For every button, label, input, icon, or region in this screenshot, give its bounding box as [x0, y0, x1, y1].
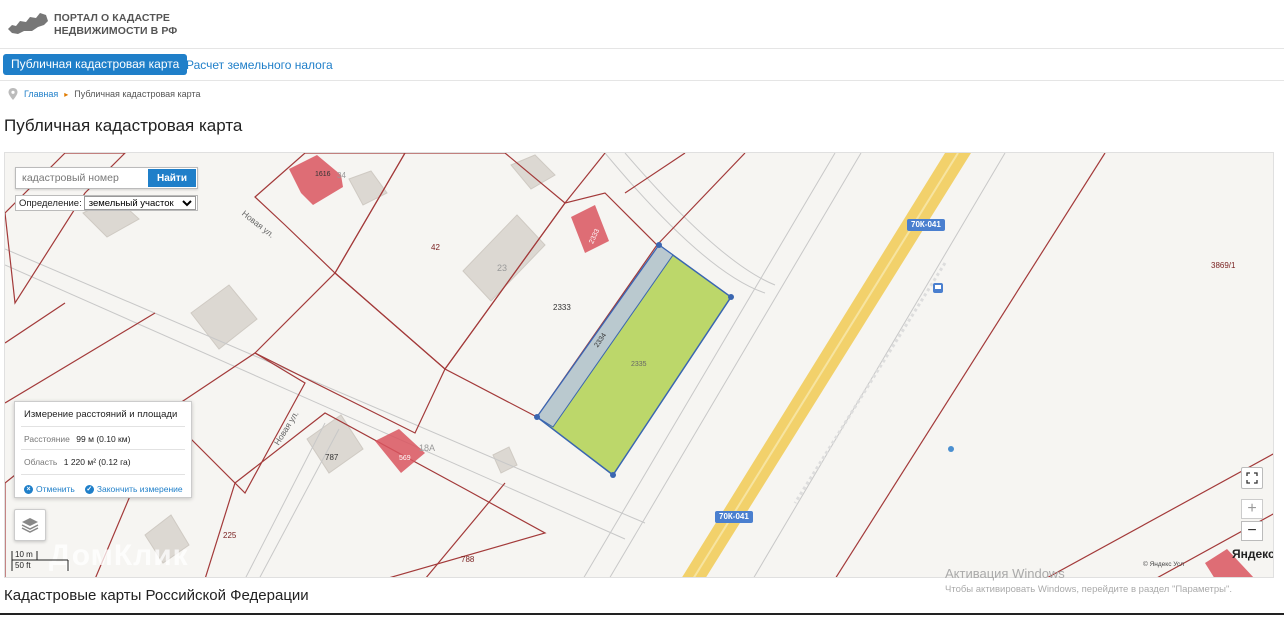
search-button[interactable]: Найти: [148, 169, 196, 187]
measure-area-row: Область 1 220 м² (0.12 га): [24, 457, 131, 467]
measure-distance-row: Расстояние 99 м (0.10 км): [24, 434, 130, 444]
parcel-label-3869: 3869/1: [1211, 261, 1236, 270]
parcel-label-788: 788: [461, 555, 475, 564]
parcel-label-42: 42: [431, 243, 440, 252]
measure-title: Измерение расстояний и площади: [24, 409, 178, 420]
cancel-label: Отменить: [36, 484, 75, 494]
nav-divider: [0, 80, 1284, 81]
parcel-label-1616: 1616: [315, 171, 331, 178]
scale-metric: 10 m: [15, 550, 33, 559]
road-badge-bottom: 70К-041: [715, 511, 753, 523]
cadastral-number-input[interactable]: [17, 169, 145, 187]
house-number-18a: 18А: [419, 443, 436, 453]
finish-measure-button[interactable]: ✓ Закончить измерение: [84, 484, 183, 494]
fullscreen-icon: [1246, 472, 1258, 484]
russia-map-icon: [8, 13, 48, 34]
domclick-watermark: ДомКлик: [49, 539, 189, 572]
parcel-label-225: 225: [223, 531, 237, 540]
page-title: Публичная кадастровая карта: [4, 116, 243, 135]
breadcrumb: Главная ▸ Публичная кадастровая карта: [8, 88, 200, 100]
house-number-34: 34: [337, 171, 346, 180]
breadcrumb-current: Публичная кадастровая карта: [74, 89, 201, 99]
area-label: Область: [24, 457, 58, 467]
distance-label: Расстояние: [24, 434, 70, 444]
definition-select[interactable]: земельный участок: [83, 196, 196, 210]
house-number-23: 23: [497, 263, 508, 273]
bottom-divider: [0, 613, 1284, 615]
site-logo[interactable]: ПОРТАЛ О КАДАСТРЕ НЕДВИЖИМОСТИ В РФ: [6, 9, 206, 41]
road-badge-top: 70К-041: [907, 219, 945, 231]
check-icon: ✓: [84, 484, 94, 494]
cancel-measure-button[interactable]: × Отменить: [24, 484, 75, 494]
activation-subtitle: Чтобы активировать Windows, перейдите в …: [945, 584, 1232, 595]
cadastral-map[interactable]: 42 23 2333 2334 2335 3869/1 787 18А 225 …: [4, 152, 1274, 578]
yandex-logo[interactable]: Яндекс: [1232, 547, 1273, 561]
measure-divider: [21, 474, 185, 475]
building-label-569: 569: [399, 455, 411, 462]
zoom-out-button[interactable]: −: [1241, 521, 1263, 541]
parcel-label-2335: 2335: [631, 361, 647, 368]
header-divider: [0, 48, 1284, 49]
layers-icon: [21, 518, 39, 533]
measure-divider: [21, 449, 185, 450]
tab-land-tax[interactable]: Расчет земельного налога: [186, 58, 333, 72]
fullscreen-button[interactable]: [1241, 467, 1263, 489]
cancel-icon: ×: [24, 484, 33, 494]
section-title: Кадастровые карты Российской Федерации: [4, 587, 309, 604]
tab-cadastral-map[interactable]: Публичная кадастровая карта: [3, 54, 188, 75]
logo-line-1: ПОРТАЛ О КАДАСТРЕ: [54, 12, 171, 24]
zoom-in-button[interactable]: +: [1241, 499, 1263, 519]
layers-button[interactable]: [14, 509, 46, 541]
activation-title: Активация Windows: [945, 566, 1065, 581]
plus-icon: +: [1247, 500, 1257, 517]
windows-activation-notice: Активация Windows Чтобы активировать Win…: [945, 566, 1232, 595]
measure-panel: Измерение расстояний и площади Расстояни…: [14, 401, 192, 498]
distance-value: 99 м (0.10 км): [76, 434, 131, 444]
breadcrumb-arrow-icon: ▸: [64, 89, 69, 99]
scale-imperial: 50 ft: [15, 561, 31, 570]
parcel-label-787: 787: [325, 453, 339, 462]
cadastral-search: Найти: [15, 167, 198, 189]
definition-control: Определение: земельный участок: [15, 195, 198, 211]
finish-label: Закончить измерение: [96, 484, 183, 494]
parcel-label-2333: 2333: [553, 303, 571, 312]
measure-divider: [21, 426, 185, 427]
definition-label: Определение:: [19, 197, 82, 209]
map-scale: 10 m 50 ft: [11, 549, 69, 573]
logo-line-2: НЕДВИЖИМОСТИ В РФ: [54, 25, 178, 37]
area-value: 1 220 м² (0.12 га): [63, 457, 131, 467]
minus-icon: −: [1247, 522, 1257, 539]
location-pin-icon: [8, 88, 18, 100]
breadcrumb-home[interactable]: Главная: [24, 89, 58, 99]
